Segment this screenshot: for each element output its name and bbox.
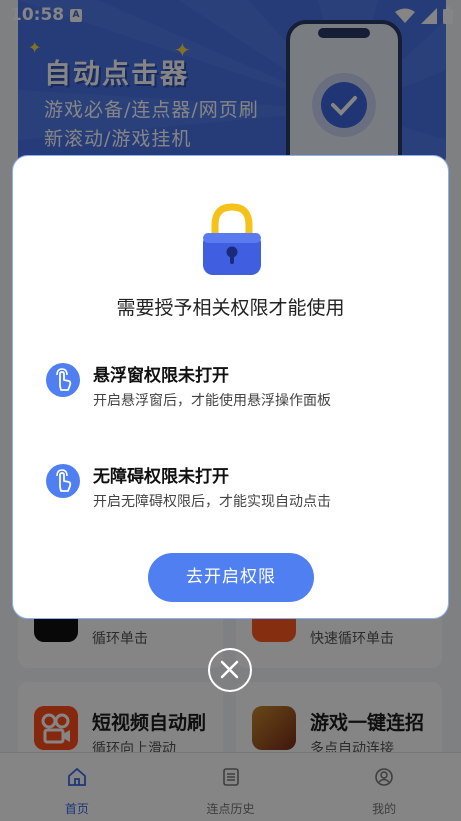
permission-desc: 开启无障碍权限后，才能实现自动点击 bbox=[93, 494, 331, 510]
permission-title: 无障碍权限未打开 bbox=[93, 467, 229, 487]
lock-icon bbox=[203, 203, 261, 275]
close-dialog-button[interactable] bbox=[208, 648, 252, 692]
permission-desc: 开启悬浮窗后，才能使用悬浮操作面板 bbox=[93, 393, 331, 409]
close-icon bbox=[220, 660, 239, 679]
dialog-title: 需要授予相关权限才能使用 bbox=[116, 297, 345, 319]
tap-hand-icon bbox=[46, 363, 80, 397]
open-permissions-button[interactable]: 去开启权限 bbox=[148, 553, 314, 602]
permission-title: 悬浮窗权限未打开 bbox=[93, 366, 229, 386]
permission-dialog: 需要授予相关权限才能使用 悬浮窗权限未打开 开启悬浮窗后，才能使用悬浮操作面板 … bbox=[12, 155, 449, 619]
tap-hand-icon bbox=[46, 464, 80, 498]
